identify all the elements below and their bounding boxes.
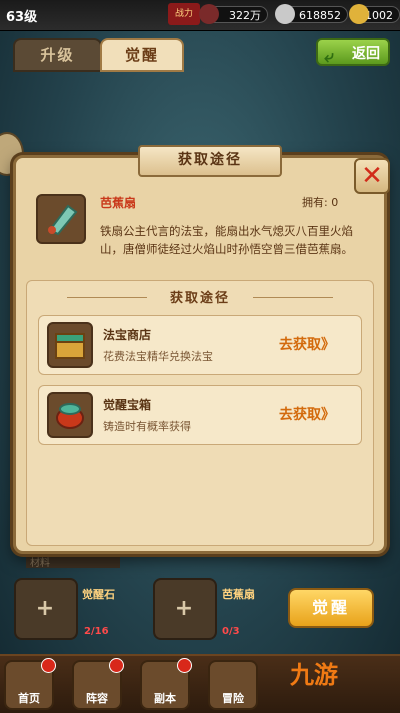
awaken-button[interactable]: 觉醒	[288, 588, 374, 628]
back-button[interactable]: ⤶ 返回	[316, 38, 390, 67]
item-name: 芭蕉扇	[100, 196, 137, 210]
notification-badge	[109, 658, 124, 673]
nav-home[interactable]: 首页	[4, 658, 56, 710]
close-icon: ✕	[361, 161, 383, 191]
nav-home-label: 首页	[18, 692, 40, 705]
source-desc: 铸造时有概率获得	[103, 420, 191, 433]
tab-upgrade[interactable]: 升级	[13, 38, 102, 72]
item-owned-count: 拥有: 0	[302, 196, 339, 209]
watermark: 九游	[290, 661, 338, 689]
material-2-count: 0/3	[222, 626, 240, 637]
source-row-shop[interactable]: 法宝商店 花费法宝精华兑换法宝 去获取》	[38, 315, 362, 375]
resource-2-value: 618852	[299, 9, 341, 22]
material-1-name: 觉醒石	[82, 588, 115, 601]
source-name: 法宝商店	[103, 328, 152, 342]
nav-lineup[interactable]: 阵容	[72, 658, 124, 710]
sources-panel: 获取途径 法宝商店 花费法宝精华兑换法宝 去获取》 觉醒宝箱 铸造时有概率获得	[26, 280, 374, 546]
nav-adventure[interactable]: 冒险	[208, 660, 258, 710]
player-level: 63级	[6, 10, 38, 25]
modal-title: 获取途径	[138, 145, 282, 177]
nav-dungeon-label: 副本	[154, 692, 176, 705]
back-arrow-icon: ⤶	[324, 47, 334, 67]
resource-1: 322万	[199, 4, 268, 24]
gold-ingot-icon	[349, 4, 369, 24]
close-button[interactable]: ✕	[354, 158, 390, 194]
plus-icon: +	[35, 596, 55, 621]
notification-badge	[177, 658, 192, 673]
back-button-label: 返回	[352, 46, 380, 62]
material-2-name: 芭蕉扇	[222, 588, 255, 601]
material-slot-2[interactable]: +	[153, 578, 217, 640]
source-desc: 花费法宝精华兑换法宝	[103, 350, 213, 363]
materials-label: 材料	[26, 554, 120, 569]
bottom-nav: 首页 阵容 副本 冒险	[0, 654, 400, 713]
plus-icon: +	[174, 596, 194, 621]
tab-awaken[interactable]: 觉醒	[100, 38, 184, 72]
resource-1-icon	[199, 4, 219, 24]
silver-coin-icon	[275, 4, 295, 24]
nav-dungeon[interactable]: 副本	[140, 658, 192, 710]
item-description: 铁扇公主代言的法宝，能扇出水气熄灭八百里火焰山，唐僧师徒经过火焰山时孙悟空曾三借…	[100, 224, 353, 256]
resource-2: 618852	[275, 4, 348, 24]
power-badge: 战力	[168, 3, 200, 25]
material-slot-1[interactable]: +	[14, 578, 78, 640]
acquire-modal: 获取途径 ✕ 芭蕉扇 拥有: 0 铁扇公主代言的法宝，能扇出水气熄灭八百里火焰山…	[13, 145, 390, 554]
resource-1-value: 322万	[229, 9, 261, 22]
go-get-link[interactable]: 去获取》	[279, 334, 335, 354]
resource-3-value: 1002	[365, 9, 393, 22]
fan-item-icon	[36, 194, 86, 244]
awaken-chest-icon	[47, 392, 93, 438]
source-row-awaken-chest[interactable]: 觉醒宝箱 铸造时有概率获得 去获取》	[38, 385, 362, 445]
nav-lineup-label: 阵容	[86, 692, 108, 705]
nav-adventure-label: 冒险	[222, 692, 244, 705]
source-name: 觉醒宝箱	[103, 398, 152, 412]
notification-badge	[41, 658, 56, 673]
resource-3: 1002	[349, 4, 400, 24]
treasure-chest-icon	[47, 322, 93, 368]
sources-title: 获取途径	[169, 291, 230, 306]
go-get-link[interactable]: 去获取》	[279, 404, 335, 424]
material-1-count: 2/16	[84, 626, 109, 637]
status-bar: 63级 战力 322万 618852 1002	[0, 0, 400, 31]
